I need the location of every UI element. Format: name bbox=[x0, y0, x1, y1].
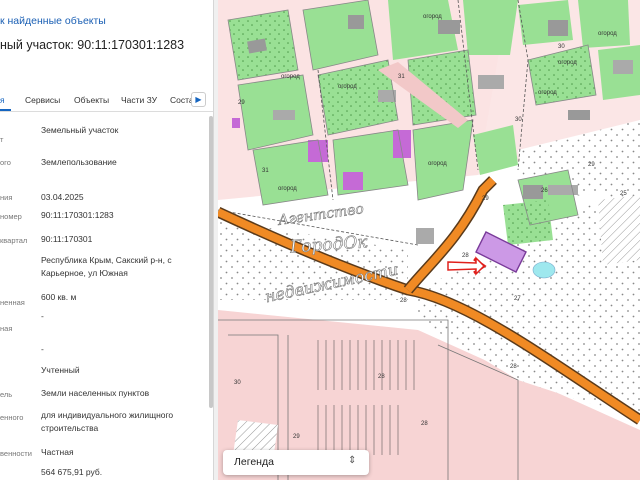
address-value: Республика Крым, Сакский р-н, с Карьерно… bbox=[41, 255, 172, 278]
chevron-right-icon[interactable]: ▶ bbox=[191, 92, 206, 107]
map-label-number: 28 bbox=[421, 421, 428, 427]
field-value: 03.04.2025 bbox=[41, 192, 84, 202]
map-label-number: 29 bbox=[293, 434, 300, 440]
map-label-number: 28 bbox=[378, 374, 385, 380]
map-label-number: 29 bbox=[238, 100, 245, 106]
field-label: т bbox=[0, 135, 4, 144]
object-info-panel: к найденные объекты ный участок: 90:11:1… bbox=[0, 0, 213, 480]
field-label: венности bbox=[0, 449, 32, 458]
field-value: Земельный участок bbox=[41, 125, 119, 135]
map-label-garden: огород bbox=[538, 90, 557, 96]
field-label: ель bbox=[0, 390, 13, 399]
land-category-value: Земли населенных пунктов bbox=[41, 388, 150, 398]
tab-services[interactable]: Сервисы bbox=[25, 95, 60, 105]
field-label: номер bbox=[0, 212, 22, 221]
field-value: 90:11:170301 bbox=[41, 234, 93, 244]
info-tabs: я Сервисы Объекты Части ЗУ Соста ▶ bbox=[0, 88, 213, 112]
tab-objects[interactable]: Объекты bbox=[74, 95, 109, 105]
legend-dropdown[interactable]: Легенда ⇕ bbox=[223, 450, 369, 475]
field-value: Землепользование bbox=[41, 157, 117, 167]
field-label: ния bbox=[0, 193, 13, 202]
map-label-garden: огород bbox=[558, 60, 577, 66]
field-value: - bbox=[41, 344, 44, 354]
map-label-garden: огород bbox=[598, 31, 617, 37]
field-label: енного bbox=[0, 413, 24, 422]
map-label-number: 29 bbox=[482, 196, 489, 202]
map-label-garden: огород bbox=[423, 14, 442, 20]
map-label-number: 28 bbox=[510, 364, 517, 370]
map-canvas[interactable]: огород огород огород огород огород огоро… bbox=[218, 0, 640, 480]
map-label-garden: огород bbox=[278, 186, 297, 192]
field-value: - bbox=[41, 311, 44, 321]
cadastral-map[interactable]: огород огород огород огород огород огоро… bbox=[218, 0, 640, 480]
map-label-number: 29 bbox=[588, 162, 595, 168]
map-label-number: 31 bbox=[262, 168, 269, 174]
map-label-number: 30 bbox=[515, 117, 522, 123]
field-label: ого bbox=[0, 158, 11, 167]
tab-parcel-parts[interactable]: Части ЗУ bbox=[121, 95, 157, 105]
map-label-number: 30 bbox=[234, 380, 241, 386]
map-label-number: 28 bbox=[400, 298, 407, 304]
map-label-number: 26 bbox=[541, 188, 548, 194]
permitted-use-value: для индивидуального жилищного строительс… bbox=[41, 410, 174, 433]
expand-collapse-icon: ⇕ bbox=[348, 455, 357, 466]
map-label-garden: огород bbox=[338, 84, 357, 90]
legend-label: Легенда bbox=[234, 456, 274, 468]
map-label-garden: огород bbox=[428, 161, 447, 167]
cadastral-value: 564 675,91 руб. bbox=[41, 467, 103, 477]
map-label-number: 30 bbox=[558, 44, 565, 50]
map-label-garden: огород bbox=[281, 74, 300, 80]
field-value: 90:11:170301:1283 bbox=[41, 210, 114, 220]
active-tab-indicator bbox=[0, 109, 11, 111]
field-label: квартал bbox=[0, 236, 28, 245]
panel-title: ный участок: 90:11:170301:1283 bbox=[0, 38, 185, 52]
field-label: ненная bbox=[0, 298, 25, 307]
ownership-value: Частная bbox=[41, 447, 74, 457]
field-label: ная bbox=[0, 324, 13, 333]
area-value: 600 кв. м bbox=[41, 292, 77, 302]
back-to-found-objects-link[interactable]: к найденные объекты bbox=[0, 15, 106, 27]
map-label-number: 31 bbox=[398, 74, 405, 80]
tab-info[interactable]: я bbox=[0, 95, 5, 105]
status-value: Учтенный bbox=[41, 365, 80, 375]
map-label-number: 28 bbox=[462, 253, 469, 259]
map-label-number: 27 bbox=[514, 296, 521, 302]
map-label-number: 25 bbox=[620, 191, 627, 197]
